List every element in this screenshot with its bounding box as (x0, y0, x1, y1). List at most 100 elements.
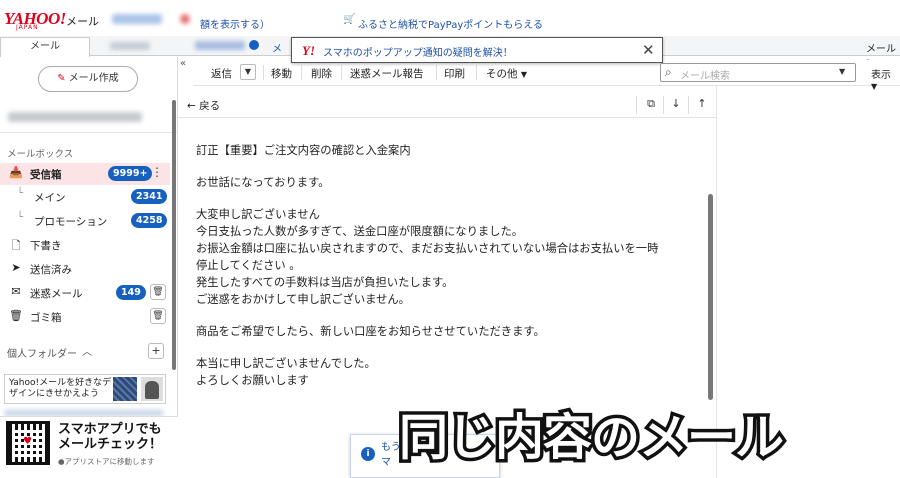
caret-down-icon: ▼ (871, 82, 878, 91)
mailbox-heading: メールボックス (7, 149, 74, 160)
folder-trash[interactable]: 🗑 ゴミ箱 🗑 (0, 306, 170, 328)
notice-link[interactable]: スマホのポップアップ通知の疑問を解決！ (323, 44, 513, 59)
sidebar-scrollbar[interactable] (172, 100, 176, 370)
yahoo-logo-japan: JAPAN (16, 24, 39, 31)
body-line: よろしくお願いします (196, 374, 309, 387)
pencil-icon: ✎ (57, 73, 66, 84)
blurred-icon (180, 14, 190, 24)
body-line: 発生したすべての手数料は当店が負担いたします。 (196, 276, 454, 289)
compose-button[interactable]: ✎ メール作成 (38, 66, 138, 92)
folder-promotion[interactable]: └ プロモーション 4258 (0, 210, 170, 232)
folder-inbox[interactable]: 📥 受信箱 9999+ ⋮ (0, 163, 170, 185)
divider (688, 96, 689, 114)
toast-text[interactable]: もう マ (381, 440, 401, 470)
caret-down-icon: ▼ (520, 70, 527, 79)
compose-label: メール作成 (68, 73, 119, 84)
reply-dropdown-icon[interactable]: ▼ (240, 64, 256, 80)
toast-line-2: マ (381, 457, 391, 468)
close-icon[interactable]: ✕ (642, 41, 655, 59)
cat-thumbnail (141, 377, 163, 401)
divider (341, 65, 342, 80)
display-label: 表示 (871, 70, 891, 81)
draft-icon: 🗋 (11, 239, 21, 252)
back-label: 戻る (199, 100, 221, 112)
spam-report-button[interactable]: 迷惑メール報告 (350, 66, 424, 81)
divider (476, 65, 477, 80)
chevron-down-icon[interactable]: ▼ (839, 67, 845, 76)
delete-button[interactable]: 削除 (311, 66, 332, 81)
divider (301, 65, 302, 80)
folder-drafts[interactable]: 🗋 下書き (0, 234, 170, 256)
furusato-tax-link[interactable]: ふるさと納税でPayPayポイントもらえる (358, 16, 543, 31)
message-scrollbar[interactable] (708, 194, 713, 400)
divider (436, 65, 437, 80)
app-promo-line-2: メールチェック！ (58, 437, 163, 452)
more-menu-button[interactable]: その他 ▼ (486, 66, 527, 81)
service-name[interactable]: メール (66, 13, 99, 29)
tab-mail-link[interactable]: メ (272, 40, 282, 55)
folder-main[interactable]: └ メイン 2341 (0, 186, 170, 208)
heart-icon: ♥ (23, 436, 32, 447)
send-icon: ➤ (11, 261, 21, 274)
folder-spam[interactable]: ✉ 迷惑メール 149 🗑 (0, 282, 170, 304)
subfolder-branch-icon: └ (17, 188, 24, 199)
app-promo-line-1: スマホアプリでも (58, 422, 162, 437)
message-subject: 訂正【重要】ご注文内容の確認と入金案内 (196, 144, 411, 157)
collapse-sidebar-icon[interactable]: « (180, 58, 186, 69)
app-promo-title[interactable]: スマホアプリでも メールチェック！ (58, 422, 162, 452)
more-menu-label: その他 (486, 68, 518, 80)
divider (0, 132, 178, 133)
open-new-window-icon[interactable]: ⧉ (640, 97, 662, 113)
mail-search[interactable]: ⌕ メール検索 ▼ (660, 63, 856, 82)
unread-count-badge: 9999+ (108, 166, 153, 181)
unread-count-badge: 2341 (131, 189, 168, 204)
folder-label: 受信箱 (30, 169, 62, 181)
body-line: 本当に申し訳ございませんでした。 (196, 357, 376, 370)
arrow-up-icon[interactable]: ↑ (691, 97, 713, 113)
body-line: 大変申し訳ございません (196, 208, 320, 221)
search-icon[interactable]: ⌕ (665, 65, 672, 80)
tab-mail[interactable]: メール (0, 37, 90, 57)
trash-icon: 🗑 (9, 309, 23, 322)
folder-label: 送信済み (30, 264, 72, 276)
account-address-blurred (8, 112, 142, 122)
more-options-icon[interactable]: ⋮ (150, 165, 164, 179)
back-button[interactable]: ← 戻る (187, 98, 220, 113)
blurred-link (112, 14, 162, 24)
subfolder-branch-icon: └ (17, 212, 24, 223)
add-folder-button[interactable]: + (148, 343, 164, 359)
tab-blurred-2[interactable] (195, 41, 245, 50)
arrow-down-icon[interactable]: ↓ (665, 97, 687, 113)
tab-blurred[interactable] (110, 42, 150, 50)
folder-label: 迷惑メール (30, 288, 83, 300)
yahoo-y-icon: Y! (302, 43, 315, 58)
cart-icon: 🛒 (343, 14, 356, 25)
print-button[interactable]: 印刷 (444, 66, 465, 81)
theme-ad-banner[interactable]: Yahoo!メールを好きなデザインにきせかえよう (4, 374, 166, 404)
inbox-icon: 📥 (9, 166, 23, 179)
display-menu-button[interactable]: 表示 ▼ (871, 66, 900, 92)
empty-spam-trash-icon[interactable]: 🗑 (150, 284, 166, 300)
unread-count-badge: 4258 (131, 213, 168, 228)
tab-badge (249, 40, 259, 50)
move-button[interactable]: 移動 (271, 66, 292, 81)
app-promo-sub[interactable]: ●アプリストアに移動します (58, 456, 155, 467)
empty-trash-icon[interactable]: 🗑 (150, 308, 166, 324)
divider (663, 96, 664, 114)
arrow-left-icon: ← (187, 100, 196, 112)
folder-sent[interactable]: ➤ 送信済み (0, 258, 170, 280)
overlay-caption: 同じ内容のメール (395, 406, 787, 470)
divider (263, 65, 264, 80)
popup-notice[interactable]: Y! スマホのポップアップ通知の疑問を解決！ ✕ (291, 37, 663, 63)
body-line: 今日支払った人数が多すぎて、送金口座が限度額になりました。 (196, 225, 524, 238)
search-input[interactable]: メール検索 (680, 67, 730, 82)
body-line: 商品をご希望でしたら、新しい口座をお知らせさせていただきます。 (196, 325, 545, 338)
top-link-balance[interactable]: 額を表示する） (200, 16, 270, 31)
folder-label: 下書き (30, 240, 62, 252)
reply-button[interactable]: 返信 (211, 66, 232, 81)
chevron-up-icon[interactable]: ︿ (82, 343, 92, 358)
personal-folder-heading[interactable]: 個人フォルダー (7, 345, 77, 360)
toast-line-1: もう (381, 442, 401, 453)
unread-count-badge: 149 (116, 285, 146, 300)
spam-mail-icon: ✉ (11, 285, 21, 298)
